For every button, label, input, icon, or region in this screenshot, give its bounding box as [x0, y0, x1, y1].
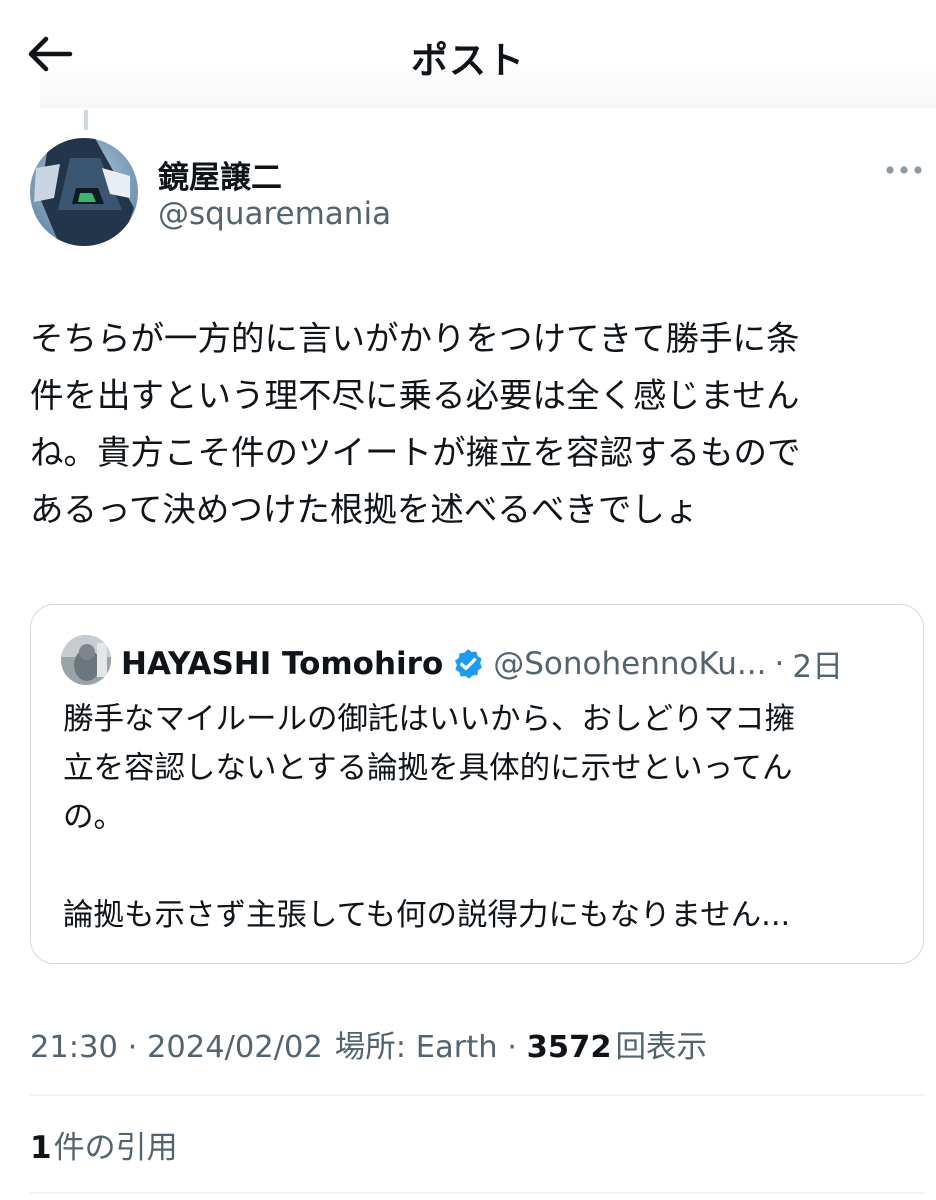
more-horizontal-icon: [886, 166, 922, 174]
post-location: 場所: Earth: [334, 1030, 498, 1065]
quoted-author-handle[interactable]: @SonohennoKu...: [493, 646, 766, 682]
quotes-count: 1: [30, 1130, 52, 1166]
author-handle[interactable]: @squaremania: [158, 196, 391, 232]
quoted-post-header: HAYASHI Tomohiro @SonohennoKu... · 2日: [121, 641, 843, 686]
quoted-separator-dot: ·: [774, 645, 785, 682]
quoted-post-time[interactable]: 2日: [792, 641, 843, 686]
meta-separator: ·: [497, 1030, 527, 1065]
quotes-link[interactable]: 1 件の引用: [30, 1122, 178, 1167]
author-avatar[interactable]: [30, 138, 138, 246]
quoted-post-text: 勝手なマイルールの御託はいいから、おしどりマコ擁 立を容認しないとする論拠を具体…: [63, 702, 795, 933]
post-date[interactable]: 2024/02/02: [147, 1030, 323, 1065]
meta-separator: ·: [117, 1030, 147, 1065]
views-label: 回表示: [615, 1030, 708, 1065]
top-bar: ポスト: [0, 0, 936, 108]
post-meta: 21:30 · 2024/02/02 場所: Earth · 3572 回表示: [30, 1022, 707, 1066]
thread-connector-line: [84, 110, 88, 130]
divider: [30, 1094, 924, 1096]
quoted-author-name[interactable]: HAYASHI Tomohiro: [121, 646, 443, 682]
verified-badge-icon: [451, 647, 485, 681]
author-display-name[interactable]: 鏡屋譲二: [158, 152, 282, 197]
quotes-label: 件の引用: [53, 1130, 178, 1166]
post-text: そちらが一方的に言いがかりをつけてきて勝手に条 件を出すという理不尽に乗る必要は…: [30, 319, 801, 529]
divider: [30, 1192, 924, 1194]
quoted-post-card[interactable]: HAYASHI Tomohiro @SonohennoKu... · 2日 勝手…: [30, 604, 924, 964]
post-time[interactable]: 21:30: [30, 1030, 118, 1065]
more-options-button[interactable]: [884, 160, 924, 180]
quoted-author-avatar[interactable]: [61, 635, 111, 685]
views-count: 3572: [526, 1030, 612, 1065]
page-title: ポスト: [411, 39, 525, 82]
